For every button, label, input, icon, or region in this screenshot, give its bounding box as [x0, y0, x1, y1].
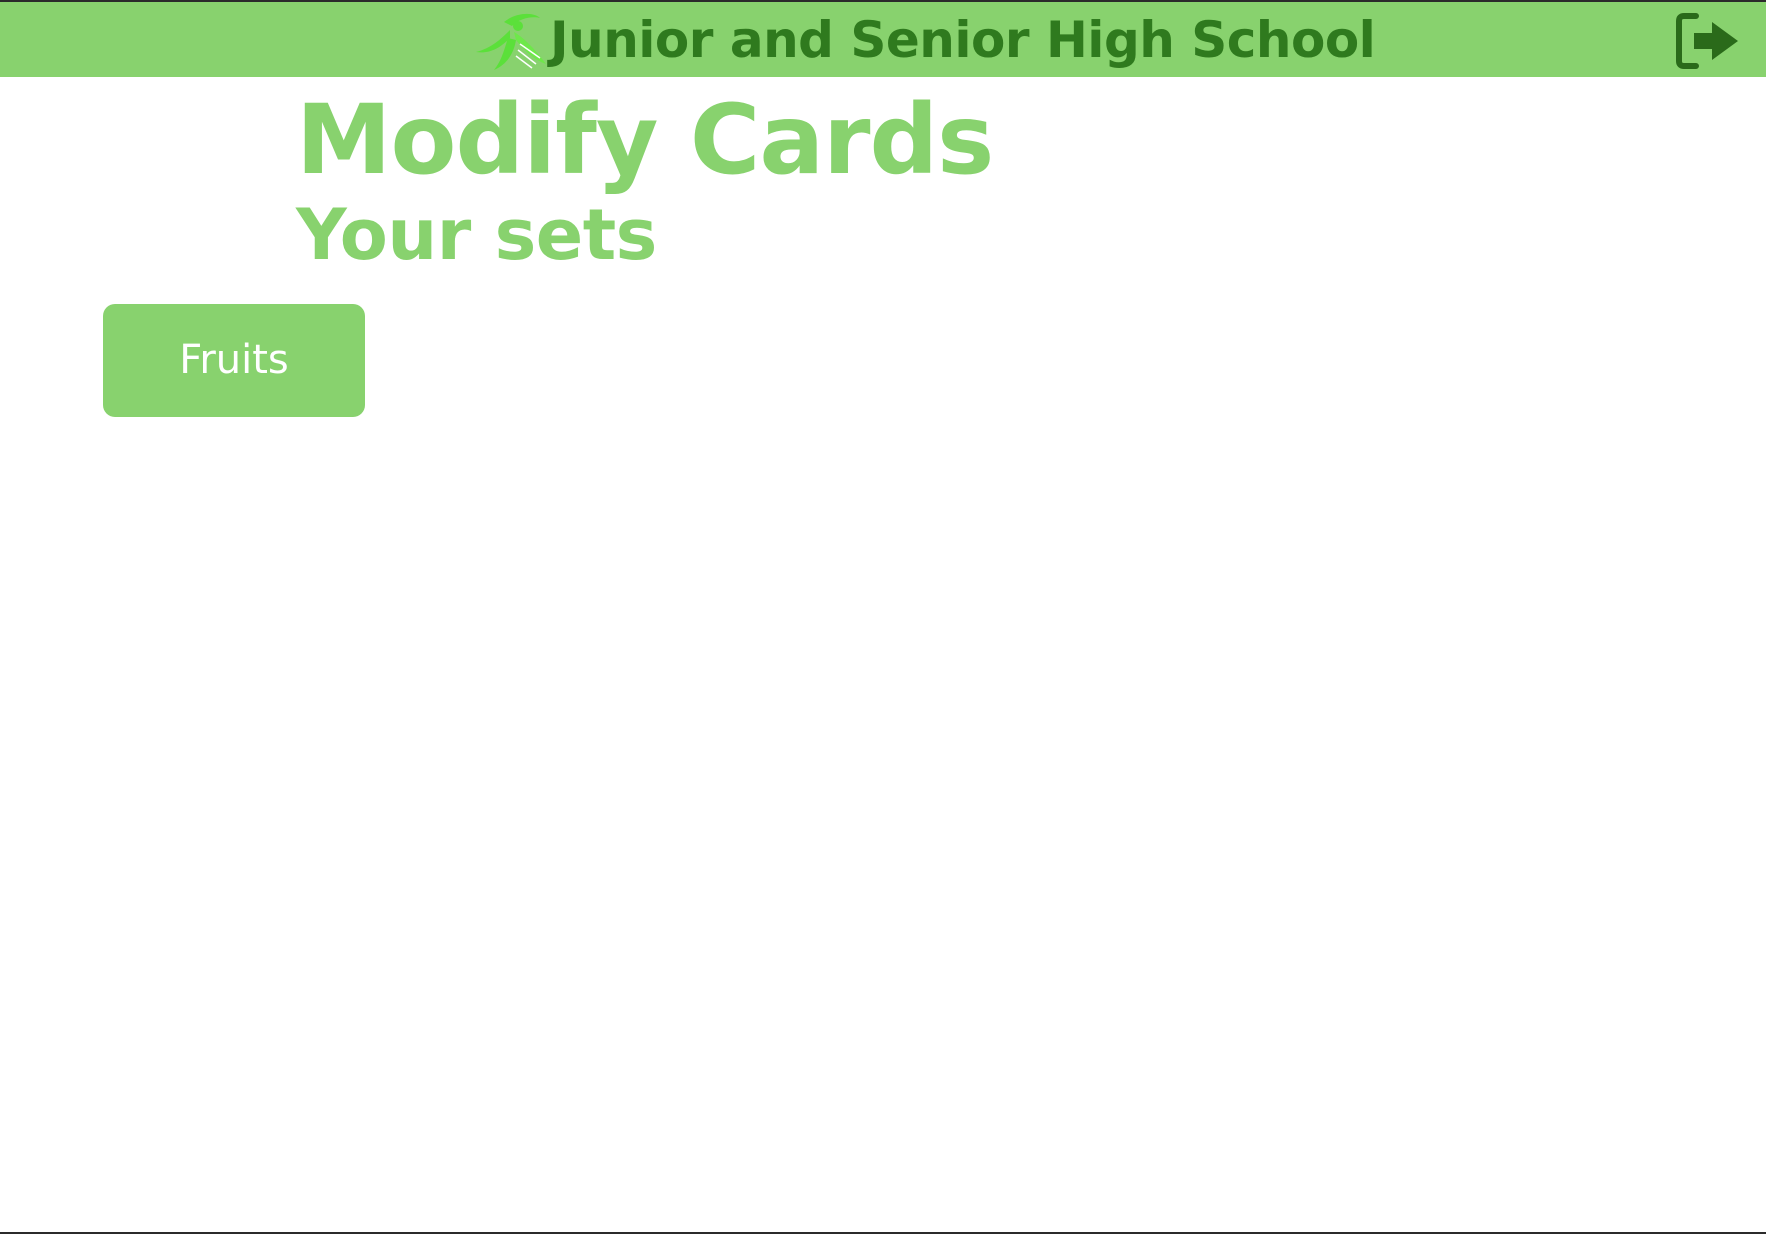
sign-out-icon[interactable] [1676, 12, 1742, 70]
section-title: Your sets [296, 194, 657, 276]
header-bar: Junior and Senior High School [0, 2, 1766, 77]
page-title: Modify Cards [296, 84, 994, 196]
app-frame: Junior and Senior High School Modify Car… [0, 0, 1766, 1234]
school-logo-icon [476, 13, 546, 70]
set-button-fruits[interactable]: Fruits [103, 304, 365, 417]
brand: Junior and Senior High School [474, 8, 1376, 72]
school-name: Junior and Senior High School [550, 11, 1376, 69]
